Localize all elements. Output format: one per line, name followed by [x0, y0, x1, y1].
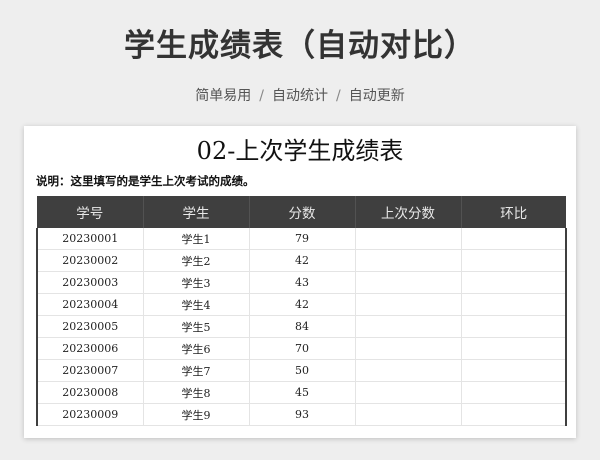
feature-tag: 自动更新	[348, 88, 405, 104]
ratio-cell[interactable]	[461, 359, 567, 382]
table-header-row: 学号 学生 分数 上次分数 环比	[37, 196, 566, 228]
student-name-cell[interactable]: 学生4	[143, 293, 250, 316]
table-row: 20230003 学生3 43	[36, 271, 567, 294]
student-id-cell[interactable]: 20230005	[36, 315, 144, 338]
score-cell[interactable]: 43	[249, 271, 356, 294]
grades-table: 学号 学生 分数 上次分数 环比 20230001 学生1 79 20230002 学生…	[36, 196, 567, 426]
student-name-cell[interactable]: 学生8	[143, 381, 250, 404]
student-name-cell[interactable]: 学生3	[143, 271, 250, 294]
last-score-cell[interactable]	[355, 293, 462, 316]
ratio-cell[interactable]	[461, 293, 567, 316]
score-cell[interactable]: 45	[249, 381, 356, 404]
spreadsheet-preview: 02-上次学生成绩表 说明：这里填写的是学生上次考试的成绩。 学号 学生 分数 …	[24, 126, 576, 438]
ratio-cell[interactable]	[461, 271, 567, 294]
student-id-cell[interactable]: 20230006	[36, 337, 144, 360]
feature-tag: 自动统计	[272, 88, 328, 104]
student-id-cell[interactable]: 20230004	[36, 293, 144, 316]
ratio-cell[interactable]	[461, 315, 567, 338]
tag-separator: /	[259, 88, 264, 104]
column-header-student[interactable]: 学生	[142, 196, 249, 228]
student-id-cell[interactable]: 20230009	[36, 403, 144, 426]
feature-tag: 简单易用	[195, 88, 252, 104]
last-score-cell[interactable]	[355, 337, 462, 360]
last-score-cell[interactable]	[355, 315, 462, 338]
sheet-note: 说明：这里填写的是学生上次考试的成绩。	[36, 174, 255, 188]
student-name-cell[interactable]: 学生5	[143, 315, 250, 338]
last-score-cell[interactable]	[355, 249, 462, 272]
table-row: 20230005 学生5 84	[36, 315, 567, 338]
tag-separator: /	[336, 88, 341, 104]
score-cell[interactable]: 70	[249, 337, 356, 360]
last-score-cell[interactable]	[355, 381, 462, 404]
ratio-cell[interactable]	[461, 381, 567, 404]
table-row: 20230006 学生6 70	[36, 337, 567, 360]
score-cell[interactable]: 84	[249, 315, 356, 338]
column-header-score[interactable]: 分数	[248, 196, 355, 228]
page-title: 学生成绩表（自动对比）	[124, 28, 476, 64]
student-id-cell[interactable]: 20230001	[36, 228, 144, 250]
table-row: 20230004 学生4 42	[36, 293, 567, 316]
sheet-title: 02-上次学生成绩表	[196, 137, 404, 165]
table-row: 20230001 学生1 79	[36, 228, 567, 250]
student-id-cell[interactable]: 20230008	[36, 381, 144, 404]
score-cell[interactable]: 50	[249, 359, 356, 382]
column-header-student-id[interactable]: 学号	[37, 196, 143, 228]
ratio-cell[interactable]	[461, 249, 567, 272]
ratio-cell[interactable]	[461, 337, 567, 360]
student-id-cell[interactable]: 20230002	[36, 249, 144, 272]
score-cell[interactable]: 42	[249, 249, 356, 272]
table-row: 20230007 学生7 50	[36, 359, 567, 382]
student-name-cell[interactable]: 学生6	[143, 337, 250, 360]
ratio-cell[interactable]	[461, 228, 567, 250]
student-id-cell[interactable]: 20230007	[36, 359, 144, 382]
last-score-cell[interactable]	[355, 359, 462, 382]
last-score-cell[interactable]	[355, 403, 462, 426]
student-name-cell[interactable]: 学生7	[143, 359, 250, 382]
ratio-cell[interactable]	[461, 403, 567, 426]
student-name-cell[interactable]: 学生1	[143, 228, 250, 250]
table-row: 20230009 学生9 93	[36, 403, 567, 426]
student-name-cell[interactable]: 学生9	[143, 403, 250, 426]
score-cell[interactable]: 79	[249, 228, 356, 250]
table-row: 20230002 学生2 42	[36, 249, 567, 272]
score-cell[interactable]: 42	[249, 293, 356, 316]
student-name-cell[interactable]: 学生2	[143, 249, 250, 272]
student-id-cell[interactable]: 20230003	[36, 271, 144, 294]
score-cell[interactable]: 93	[249, 403, 356, 426]
feature-tags: 简单易用 / 自动统计 / 自动更新	[0, 85, 600, 105]
table-row: 20230008 学生8 45	[36, 381, 567, 404]
column-header-ratio[interactable]: 环比	[460, 196, 566, 228]
column-header-last-score[interactable]: 上次分数	[354, 196, 461, 228]
last-score-cell[interactable]	[355, 228, 462, 250]
last-score-cell[interactable]	[355, 271, 462, 294]
